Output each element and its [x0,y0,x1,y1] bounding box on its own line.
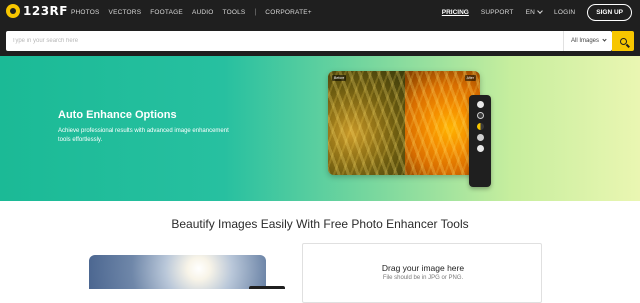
sample-photo [89,255,266,289]
phone-mockup [469,95,491,187]
hero-title: Auto Enhance Options [58,109,177,121]
dropzone-title: Drag your image here [381,263,465,273]
logo-text: 123RF [23,4,68,18]
nav-link-corporate[interactable]: CORPORATE+ [265,9,311,16]
nav-link-pricing[interactable]: PRICING [442,9,469,16]
upload-dropzone[interactable]: Drag your image here File should be in J… [302,243,542,303]
before-after-preview: Before After [328,71,480,175]
nav-link-audio[interactable]: AUDIO [192,9,214,16]
nav-link-tools[interactable]: TOOLS [223,9,246,16]
logo-icon [6,4,20,18]
secondary-nav: PRICING SUPPORT EN LOGIN SIGN UP [442,0,632,24]
primary-nav: PHOTOS VECTORS FOOTAGE AUDIO TOOLS | COR… [71,0,312,24]
top-navigation-bar: 123RF PHOTOS VECTORS FOOTAGE AUDIO TOOLS… [0,0,640,24]
filter-label: All Images [571,38,600,44]
filter-icon [476,112,484,119]
before-tag: Before [332,75,347,81]
flower-texture [328,71,480,175]
nav-link-photos[interactable]: PHOTOS [71,9,100,16]
signup-button[interactable]: SIGN UP [587,3,632,21]
hero-description: Achieve professional results with advanc… [58,128,229,143]
color-icon [476,145,484,152]
chevron-down-icon [537,7,543,14]
language-label: EN [525,8,536,16]
nav-link-support[interactable]: SUPPORT [481,9,514,16]
nav-link-footage[interactable]: FOOTAGE [150,9,183,16]
sharpen-icon [476,134,484,141]
nav-link-vectors[interactable]: VECTORS [109,9,142,16]
hero-banner: Auto Enhance Options Achieve professiona… [0,56,640,201]
language-selector[interactable]: EN [525,7,543,16]
dropzone-subtitle: File should be in JPG or PNG. [382,275,464,281]
after-tag: After [464,75,476,81]
section-title: Beautify Images Easily With Free Photo E… [171,217,469,231]
adjust-icon [476,101,484,108]
login-link[interactable]: LOGIN [554,9,575,16]
search-input[interactable] [6,31,561,51]
search-icon [619,37,627,45]
search-box: All Images [6,31,612,51]
chevron-down-icon [602,37,607,42]
site-logo[interactable]: 123RF [6,4,68,18]
contrast-icon [476,123,484,130]
search-button[interactable] [612,31,634,51]
nav-separator: | [254,8,257,16]
search-bar-row: All Images [0,24,640,56]
